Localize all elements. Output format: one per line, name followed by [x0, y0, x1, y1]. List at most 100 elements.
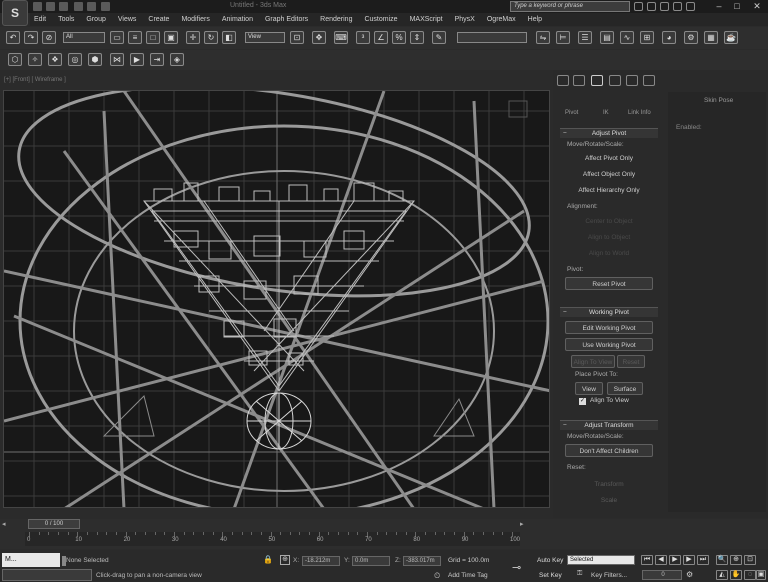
affect-object-only-button[interactable]: Affect Object Only	[565, 168, 653, 181]
place-pivot-view-button[interactable]: View	[575, 382, 603, 395]
maxscript-mini-input[interactable]	[2, 569, 92, 581]
working-pivot-rollout-header[interactable]: − Working Pivot	[560, 307, 658, 317]
zoom-all-icon[interactable]: ⊕	[730, 555, 742, 565]
affect-hierarchy-only-button[interactable]: Affect Hierarchy Only	[565, 184, 653, 197]
time-configuration-icon[interactable]: ⚙	[686, 570, 693, 579]
help-icon[interactable]	[686, 2, 695, 11]
favorites-icon[interactable]	[673, 2, 682, 11]
modify-tab-icon[interactable]	[573, 75, 585, 86]
key-filters-button[interactable]: Key Filters...	[591, 572, 627, 579]
adjust-pivot-rollout-header[interactable]: − Adjust Pivot	[560, 128, 658, 138]
render-production-icon[interactable]: ☕	[724, 31, 738, 44]
reset-scale-button[interactable]: Scale	[565, 494, 653, 507]
layer-manager-icon[interactable]: ☰	[578, 31, 592, 44]
align-to-view-checkbox[interactable]: ✓	[579, 398, 586, 405]
z-coordinate-field[interactable]: -383.017m	[403, 556, 441, 566]
adjust-transform-rollout-header[interactable]: − Adjust Transform	[560, 420, 658, 430]
motion-tab-icon[interactable]	[609, 75, 621, 86]
unlink-icon[interactable]: ⊘	[42, 31, 56, 44]
absolute-mode-icon[interactable]: ⊕	[280, 555, 290, 565]
select-by-name-icon[interactable]: ≡	[128, 31, 142, 44]
working-pivot-reset-button[interactable]: Reset	[617, 355, 645, 368]
extra-tool-icon-2[interactable]: ✧	[28, 53, 42, 66]
render-setup-icon[interactable]: ⚙	[684, 31, 698, 44]
named-selection-icon[interactable]: ✎	[432, 31, 446, 44]
place-pivot-surface-button[interactable]: Surface	[607, 382, 643, 395]
subscription-icon[interactable]	[647, 2, 656, 11]
tab-link-info[interactable]: Link Info	[628, 110, 651, 120]
undo-icon[interactable]	[74, 2, 83, 11]
redo-toolbar-icon[interactable]: ↷	[24, 31, 38, 44]
menu-edit[interactable]: Edit	[34, 16, 46, 23]
align-to-view-button[interactable]: Align To View	[571, 355, 615, 368]
curve-editor-icon[interactable]: ∿	[620, 31, 634, 44]
align-to-object-button[interactable]: Align to Object	[565, 231, 653, 244]
set-key-button[interactable]: Set Key	[539, 572, 562, 579]
export-tool-icon[interactable]: ⇥	[150, 53, 164, 66]
hierarchy-tab-icon[interactable]	[591, 75, 603, 86]
application-menu-button[interactable]: S	[2, 0, 28, 26]
menu-views[interactable]: Views	[118, 16, 137, 23]
tab-pivot[interactable]: Pivot	[565, 110, 578, 120]
extra-tool-icon-5[interactable]: ⬢	[88, 53, 102, 66]
rectangle-selection-icon[interactable]: □	[146, 31, 160, 44]
save-file-icon[interactable]	[59, 2, 68, 11]
extra-tool-icon-4[interactable]: ◎	[68, 53, 82, 66]
rendered-frame-window-icon[interactable]: ▦	[704, 31, 718, 44]
open-file-icon[interactable]	[46, 2, 55, 11]
spinner-snap-icon[interactable]: ⇕	[410, 31, 424, 44]
menu-tools[interactable]: Tools	[58, 16, 74, 23]
extra-tool-icon-3[interactable]: ❖	[48, 53, 62, 66]
create-tab-icon[interactable]	[557, 75, 569, 86]
track-bar[interactable]: 0 10 20 30 40 50 60 70 80 90 100	[25, 532, 520, 546]
rotate-icon[interactable]: ↻	[204, 31, 218, 44]
extra-tool-icon-1[interactable]: ⬡	[8, 53, 22, 66]
search-input[interactable]: Type a keyword or phrase	[510, 1, 630, 12]
snaps-toggle-icon[interactable]: ³	[356, 31, 370, 44]
mirror-tool-icon[interactable]: ⋈	[110, 53, 124, 66]
reset-pivot-button[interactable]: Reset Pivot	[565, 277, 653, 290]
play-icon[interactable]: ▶	[669, 555, 681, 565]
window-crossing-icon[interactable]: ▣	[164, 31, 178, 44]
select-object-icon[interactable]: ▭	[110, 31, 124, 44]
schematic-view-icon[interactable]: ⊞	[640, 31, 654, 44]
menu-group[interactable]: Group	[86, 16, 105, 23]
close-button[interactable]: ✕	[750, 1, 764, 11]
current-frame-field[interactable]: 0	[642, 570, 682, 580]
mirror-icon[interactable]: ⇋	[536, 31, 550, 44]
redo-icon[interactable]	[87, 2, 96, 11]
y-coordinate-field[interactable]: 0.0m	[352, 556, 390, 566]
previous-frame-icon[interactable]: ◀	[655, 555, 667, 565]
use-working-pivot-button[interactable]: Use Working Pivot	[565, 338, 653, 351]
zoom-extents-icon[interactable]: ⊡	[744, 555, 756, 565]
go-to-start-icon[interactable]: ⏮	[641, 555, 653, 565]
tab-ik[interactable]: IK	[603, 110, 609, 120]
orbit-icon[interactable]: ◌	[744, 570, 756, 580]
menu-modifiers[interactable]: Modifiers	[181, 16, 209, 23]
menu-animation[interactable]: Animation	[222, 16, 253, 23]
reference-coordinate-dropdown[interactable]: View	[245, 32, 285, 43]
graphite-ribbon-icon[interactable]: ▤	[600, 31, 614, 44]
menu-help[interactable]: Help	[528, 16, 542, 23]
named-selection-dropdown[interactable]	[457, 32, 527, 43]
edit-working-pivot-button[interactable]: Edit Working Pivot	[565, 321, 653, 334]
affect-pivot-only-button[interactable]: Affect Pivot Only	[565, 152, 653, 165]
menu-graph-editors[interactable]: Graph Editors	[265, 16, 308, 23]
align-icon[interactable]: ⊨	[556, 31, 570, 44]
dont-affect-children-button[interactable]: Don't Affect Children	[565, 444, 653, 457]
key-selection-dropdown[interactable]: Selected	[567, 555, 635, 565]
slider-left-arrow-icon[interactable]: ◂	[2, 520, 6, 528]
selection-filter-dropdown[interactable]: All	[63, 32, 105, 43]
menu-physx[interactable]: PhysX	[455, 16, 475, 23]
field-of-view-icon[interactable]: ◭	[716, 570, 728, 580]
box-tool-icon[interactable]: ◈	[170, 53, 184, 66]
play-tool-icon[interactable]: ▶	[130, 53, 144, 66]
center-to-object-button[interactable]: Center to Object	[565, 215, 653, 228]
utilities-tab-icon[interactable]	[643, 75, 655, 86]
next-frame-icon[interactable]: ▶	[683, 555, 695, 565]
maxscript-listener[interactable]: M...	[2, 553, 60, 567]
maximize-button[interactable]: □	[730, 1, 744, 11]
viewport-label[interactable]: [+] [Front] [ Wireframe ]	[4, 77, 66, 83]
menu-maxscript[interactable]: MAXScript	[410, 16, 443, 23]
reset-transform-button[interactable]: Transform	[565, 478, 653, 491]
